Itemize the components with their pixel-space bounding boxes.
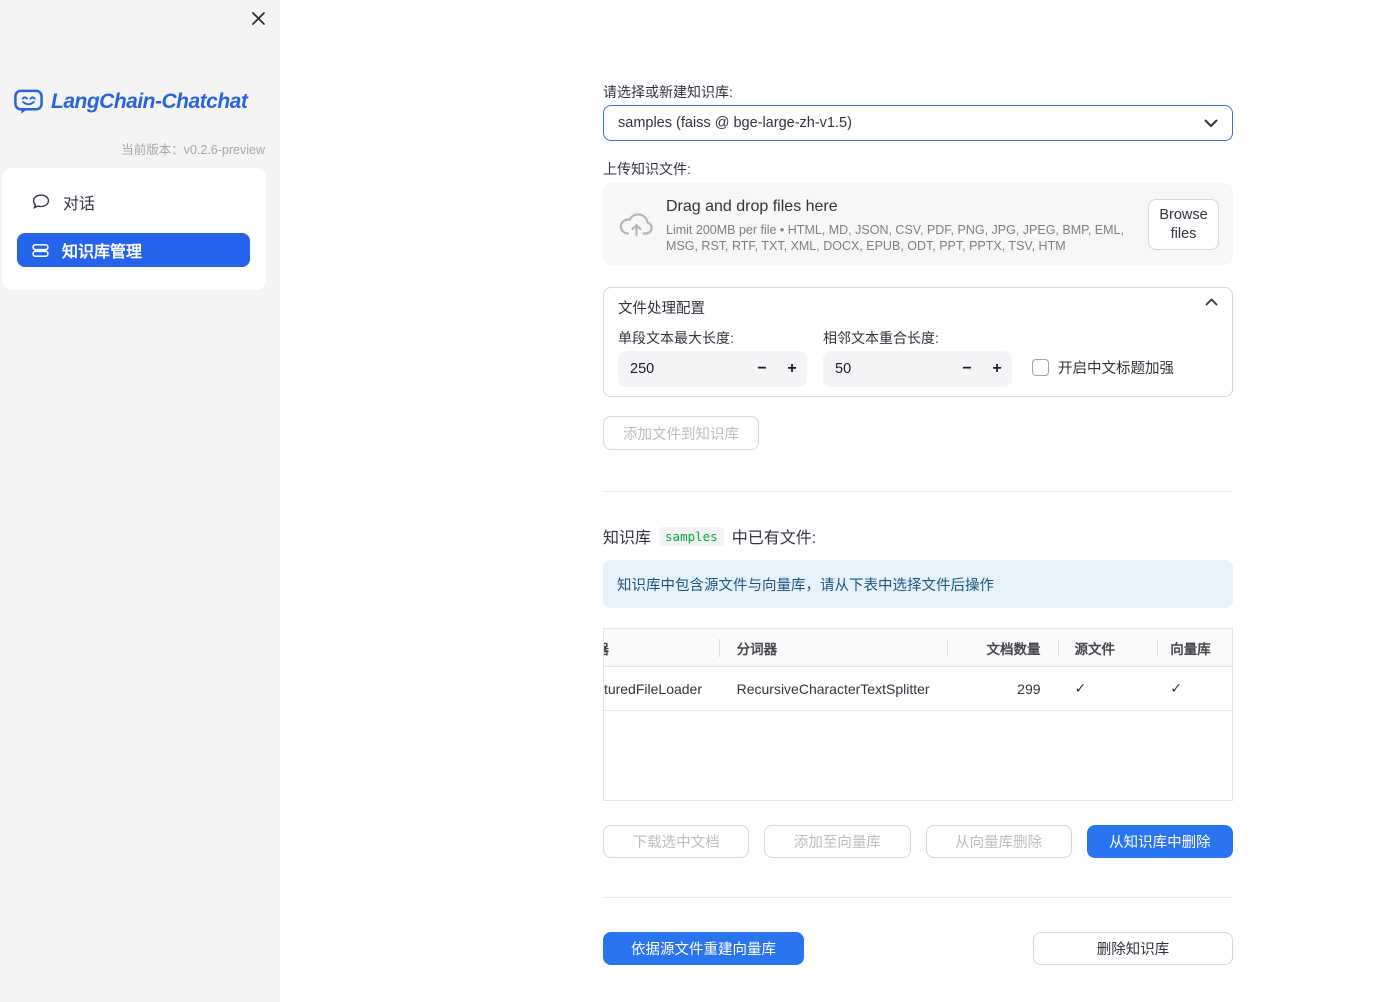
dropzone-hint: Limit 200MB per file • HTML, MD, JSON, C…: [666, 223, 1124, 253]
cell-doc-count: 299: [1017, 680, 1041, 697]
info-banner: 知识库中包含源文件与向量库，请从下表中选择文件后操作: [603, 560, 1233, 608]
divider: [603, 491, 1233, 492]
add-to-vector-button[interactable]: 添加至向量库: [764, 825, 911, 858]
zh-title-enhance-label: 开启中文标题加强: [1058, 361, 1174, 377]
stack-icon: [32, 242, 49, 259]
logo: LangChain-Chatchat: [13, 87, 248, 117]
overlap-value[interactable]: 50: [835, 361, 952, 377]
overlap-label: 相邻文本重合长度:: [823, 330, 939, 346]
dropzone-title: Drag and drop files here: [666, 198, 838, 215]
sidebar: LangChain-Chatchat 当前版本：v0.2.6-preview 对…: [0, 0, 280, 1002]
minus-button[interactable]: −: [747, 351, 777, 387]
sidebar-item-label: 对话: [63, 196, 96, 213]
add-files-button[interactable]: 添加文件到知识库: [603, 416, 759, 450]
cell-splitter: RecursiveCharacterTextSplitter: [736, 680, 930, 697]
cell-loader: UnstructuredFileLoader: [604, 680, 702, 697]
delete-from-vector-button[interactable]: 从向量库删除: [925, 825, 1072, 858]
file-actions: 下载选中文档 添加至向量库 从向量库删除 从知识库中删除: [603, 825, 1233, 858]
kb-files-heading: 知识库 samples 中已有文件:: [603, 526, 817, 547]
table-header: 文档加载器 分词器 文档数量 源文件 向量库: [604, 629, 1232, 667]
col-splitter: 分词器: [718, 629, 947, 666]
app-window: LangChain-Chatchat 当前版本：v0.2.6-preview 对…: [0, 0, 1380, 1002]
chat-bubble-icon: [32, 193, 50, 211]
expander-title[interactable]: 文件处理配置: [618, 297, 705, 318]
kb-name-code: samples: [659, 526, 724, 546]
plus-button[interactable]: +: [982, 351, 1012, 387]
kb-select-value: samples (faiss @ bge-large-zh-v1.5): [618, 115, 852, 131]
download-selected-button[interactable]: 下载选中文档: [603, 825, 750, 858]
plus-button[interactable]: +: [777, 351, 807, 387]
overlap-stepper[interactable]: 50 − +: [823, 351, 1012, 387]
upload-label: 上传知识文件:: [603, 161, 691, 177]
chevron-up-icon[interactable]: [1205, 298, 1218, 306]
minus-button[interactable]: −: [952, 351, 982, 387]
sidebar-menu: 对话 知识库管理: [2, 168, 266, 290]
table-row[interactable]: UnstructuredFileLoader RecursiveCharacte…: [604, 667, 1232, 711]
kb-files-table[interactable]: 文档加载器 分词器 文档数量 源文件 向量库 UnstructuredFileL…: [603, 628, 1233, 801]
chevron-down-icon: [1204, 119, 1218, 128]
col-vector-store: 向量库: [1157, 629, 1232, 666]
delete-from-kb-button[interactable]: 从知识库中删除: [1086, 825, 1233, 858]
cell-vector-check: ✓: [1170, 680, 1182, 696]
chunk-size-value[interactable]: 250: [630, 361, 747, 377]
close-sidebar-icon[interactable]: [248, 8, 268, 28]
file-dropzone[interactable]: Drag and drop files here Limit 200MB per…: [603, 183, 1233, 265]
col-source-file: 源文件: [1057, 629, 1158, 666]
version-text: 当前版本：v0.2.6-preview: [121, 143, 265, 157]
chunk-size-stepper[interactable]: 250 − +: [618, 351, 807, 387]
sidebar-item-knowledge-base[interactable]: 知识库管理: [17, 233, 250, 267]
chunk-size-label: 单段文本最大长度:: [618, 330, 734, 346]
zh-title-enhance-checkbox[interactable]: [1032, 359, 1049, 376]
sidebar-item-chat[interactable]: 对话: [32, 190, 95, 214]
sidebar-item-label: 知识库管理: [62, 244, 143, 261]
delete-kb-button[interactable]: 删除知识库: [1033, 932, 1233, 965]
zh-title-enhance-option: 开启中文标题加强: [1032, 357, 1174, 378]
col-doc-count: 文档数量: [946, 629, 1058, 666]
divider: [603, 897, 1233, 898]
file-config-expander: 文件处理配置 单段文本最大长度: 相邻文本重合长度: 250 − + 50 − …: [603, 287, 1233, 397]
cloud-upload-icon: [618, 211, 655, 238]
logo-text: LangChain-Chatchat: [51, 90, 248, 113]
browse-files-button[interactable]: Browse files: [1148, 199, 1219, 250]
cell-source-check: ✓: [1074, 680, 1087, 696]
kb-select-label: 请选择或新建知识库:: [603, 84, 733, 100]
kb-select-dropdown[interactable]: samples (faiss @ bge-large-zh-v1.5): [603, 105, 1233, 141]
rebuild-vector-store-button[interactable]: 依据源文件重建向量库: [603, 932, 804, 965]
col-loader: 文档加载器: [604, 629, 719, 666]
logo-chat-bubble-icon: [13, 87, 44, 117]
